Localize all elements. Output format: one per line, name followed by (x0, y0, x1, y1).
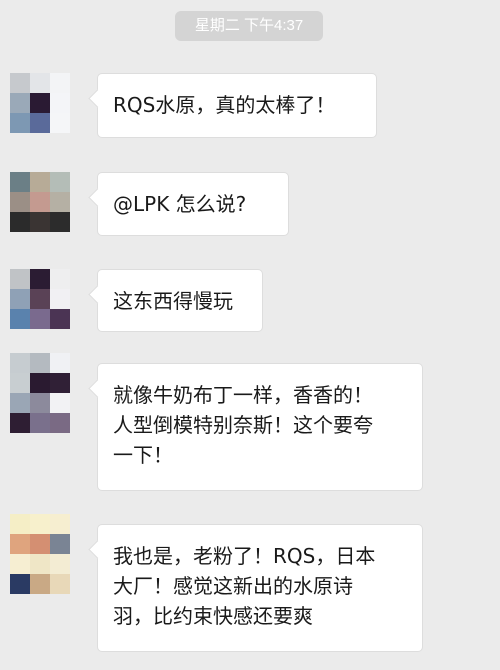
message-bubble[interactable]: 这东西得慢玩 (97, 269, 263, 332)
avatar[interactable] (10, 73, 70, 133)
message-bubble[interactable]: @LPK 怎么说? (97, 172, 289, 236)
message-text: RQS水原，真的太棒了！ (113, 93, 336, 117)
message-bubble[interactable]: RQS水原，真的太棒了！ (97, 73, 377, 138)
message-bubble[interactable]: 我也是，老粉了！RQS，日本 大厂！感觉这新出的水原诗 羽，比约束快感还要爽 (97, 524, 423, 652)
message-text: 这东西得慢玩 (113, 289, 233, 313)
avatar[interactable] (10, 353, 70, 433)
message-text: 就像牛奶布丁一样，香香的！ 人型倒模特别奈斯！这个要夸 一下！ (113, 383, 373, 467)
avatar[interactable] (10, 269, 70, 329)
avatar[interactable] (10, 172, 70, 232)
message-text: @LPK 怎么说? (113, 192, 247, 216)
timestamp: 星期二 下午4:37 (175, 11, 323, 41)
message-bubble[interactable]: 就像牛奶布丁一样，香香的！ 人型倒模特别奈斯！这个要夸 一下！ (97, 363, 423, 491)
avatar[interactable] (10, 514, 70, 594)
message-text: 我也是，老粉了！RQS，日本 大厂！感觉这新出的水原诗 羽，比约束快感还要爽 (113, 544, 376, 628)
